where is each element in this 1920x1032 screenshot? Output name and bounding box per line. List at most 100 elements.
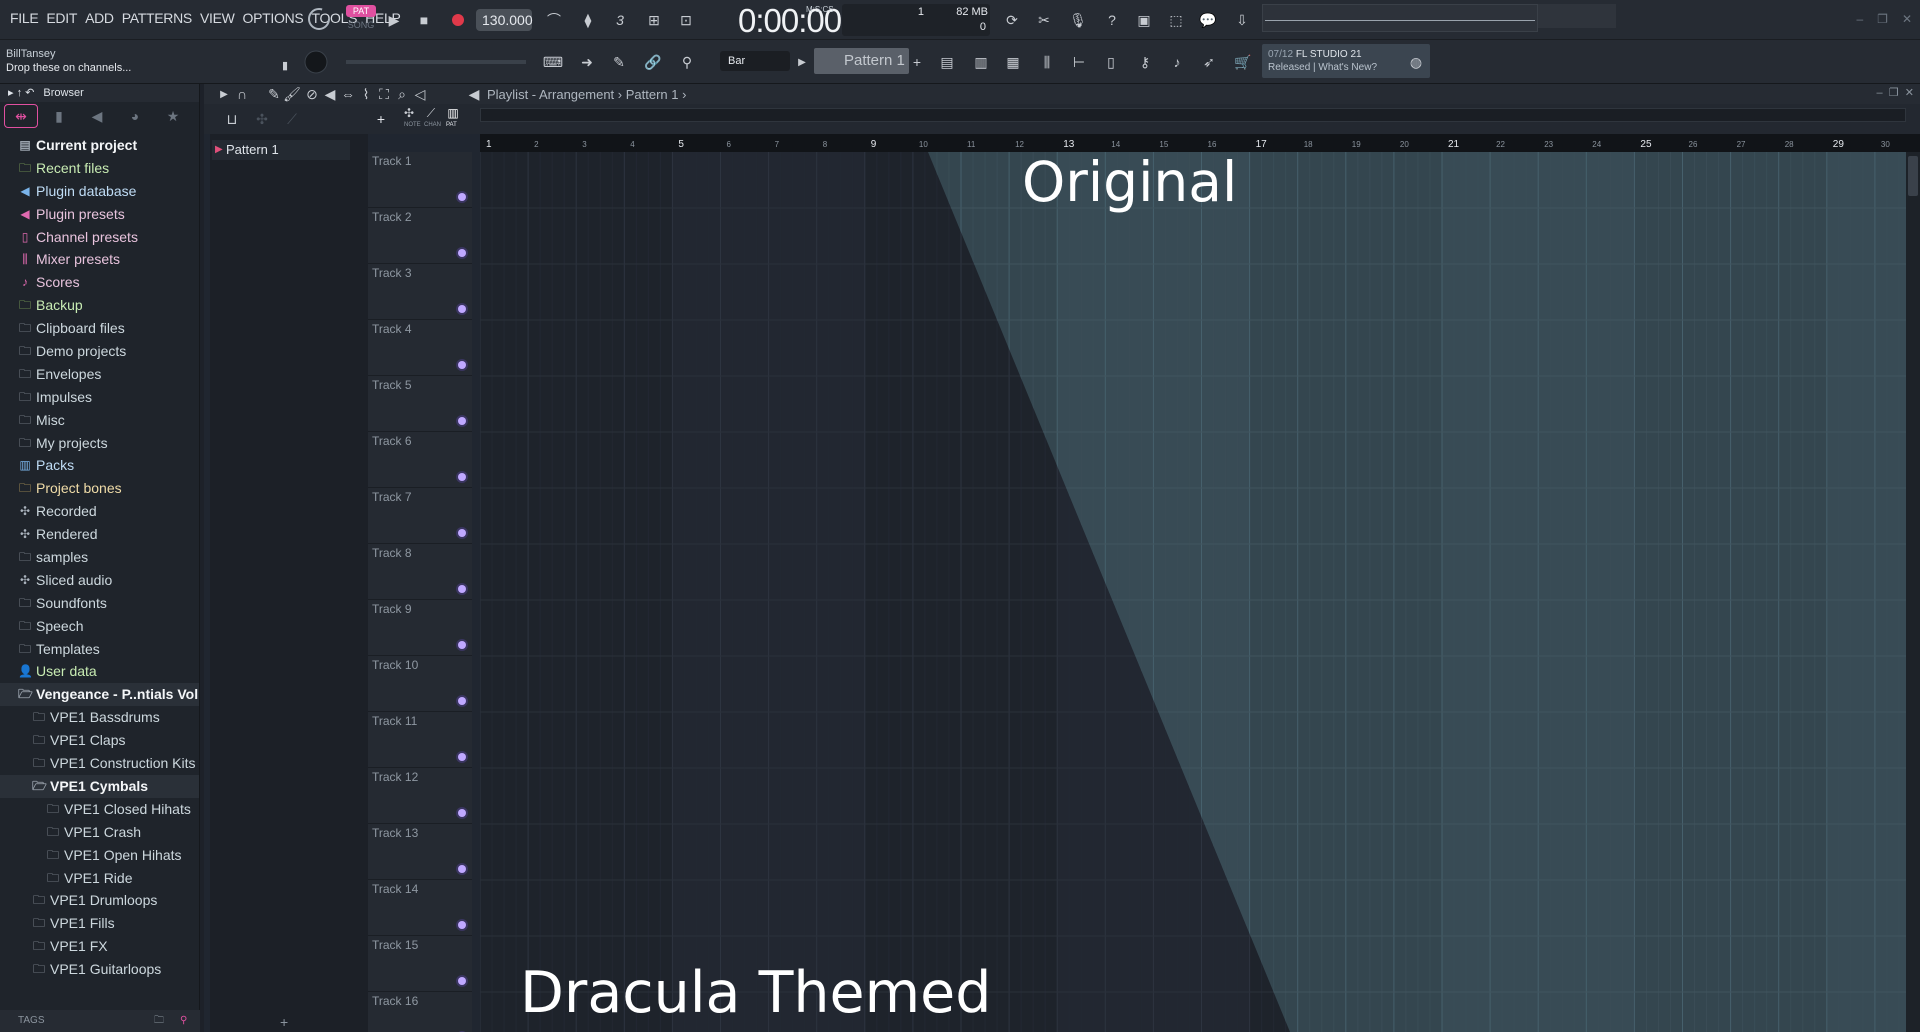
browser-item[interactable]: 🗀 Envelopes <box>0 363 199 386</box>
playlist-menu-arrow-icon[interactable]: ▶ <box>218 86 230 102</box>
track-header[interactable]: Track 5 <box>368 376 472 432</box>
track-header[interactable]: Track 1 <box>368 152 472 208</box>
browser-item[interactable]: ▤ Current project <box>0 134 199 157</box>
browser-item[interactable]: 🗀 VPE1 Closed Hihats <box>0 798 199 821</box>
browser-arrow-icon[interactable]: ▸ ↑ ↶ <box>8 87 34 99</box>
magnet-icon[interactable]: ∩ <box>234 86 250 102</box>
master-pitch-slider[interactable] <box>346 60 526 64</box>
save-icon[interactable]: ▣ <box>1132 8 1156 32</box>
track-header[interactable]: Track 9 <box>368 600 472 656</box>
microphone-icon[interactable]: 🎙 <box>1066 8 1090 32</box>
scrollbar-thumb[interactable] <box>1908 156 1918 196</box>
reset-icon[interactable]: ⟳ <box>1000 8 1024 32</box>
record-icon[interactable] <box>448 10 468 30</box>
browser-item[interactable]: 🗀 Demo projects <box>0 340 199 363</box>
track-mute-indicator[interactable] <box>458 585 466 593</box>
minimize-icon[interactable]: – <box>1877 87 1883 99</box>
track-mute-indicator[interactable] <box>458 529 466 537</box>
browser-item[interactable]: 🗀 samples <box>0 546 199 569</box>
pattern-select[interactable]: Pattern 1 <box>814 48 909 74</box>
track-mute-indicator[interactable] <box>458 305 466 313</box>
snap-tool-icon[interactable]: ✣ <box>400 106 418 120</box>
project-tree-icon[interactable]: ⊢ <box>1066 50 1092 74</box>
track-mute-indicator[interactable] <box>458 753 466 761</box>
browser-item[interactable]: 🗀 VPE1 Construction Kits <box>0 752 199 775</box>
link-icon[interactable]: 🔗 <box>640 52 666 72</box>
track-header[interactable]: Track 14 <box>368 880 472 936</box>
sounds-tab-icon[interactable]: ◕ <box>118 104 152 128</box>
slip-tool-icon[interactable]: ⇔ <box>340 86 356 102</box>
pattern-list-item[interactable]: ▶ Pattern 1 <box>212 140 350 160</box>
browser-item[interactable]: 🗀 VPE1 Bassdrums <box>0 706 199 729</box>
track-header[interactable]: Track 15 <box>368 936 472 992</box>
draw-tool-icon[interactable]: ✎ <box>266 86 282 102</box>
browser-item[interactable]: 🗀 VPE1 Open Hihats <box>0 844 199 867</box>
browser-item[interactable]: 🗁 Vengeance - P..ntials Vol.1 <box>0 683 199 707</box>
browser-item[interactable]: 🗀 Soundfonts <box>0 592 199 615</box>
menu-options[interactable]: OPTIONS <box>239 10 308 26</box>
track-mute-indicator[interactable] <box>458 809 466 817</box>
piano-roll-window-icon[interactable]: ▥ <box>968 50 994 74</box>
add-pattern-list-icon[interactable]: + <box>280 1014 288 1030</box>
restore-icon[interactable]: ❐ <box>1877 12 1888 26</box>
current-project-tab-icon[interactable]: ▮ <box>42 104 76 128</box>
sub-tab-pat[interactable]: PAT <box>446 122 457 128</box>
shop-icon[interactable]: 🛒 <box>1230 50 1256 74</box>
blend-notes-icon[interactable]: ⊡ <box>672 10 700 30</box>
close-icon[interactable]: ✕ <box>1902 12 1912 26</box>
brush-icon[interactable]: ✎ <box>606 52 632 72</box>
menu-patterns[interactable]: PATTERNS <box>118 10 196 26</box>
browser-item[interactable]: 🗀 VPE1 Ride <box>0 867 199 890</box>
speaker-icon[interactable]: ◀ <box>466 86 482 102</box>
master-volume-knob[interactable] <box>306 6 332 32</box>
browser-item[interactable]: ▥ Packs <box>0 454 199 477</box>
track-header[interactable]: Track 7 <box>368 488 472 544</box>
starred-tab-icon[interactable]: ★ <box>156 104 190 128</box>
browser-item[interactable]: ✣ Recorded <box>0 500 199 523</box>
track-mute-indicator[interactable] <box>458 473 466 481</box>
fl-mobile-icon[interactable]: ➶ <box>1196 50 1222 74</box>
arrow-icon[interactable]: ➜ <box>574 52 600 72</box>
browser-item[interactable]: 🗀 Clipboard files <box>0 317 199 340</box>
slice-tool-icon[interactable]: ⌇ <box>358 86 374 102</box>
browser-item[interactable]: 🗀 Speech <box>0 615 199 638</box>
cut-icon[interactable]: ✂ <box>1032 8 1056 32</box>
chat-icon[interactable]: 💬 <box>1196 8 1220 32</box>
globe-icon[interactable]: ◍ <box>1406 52 1426 72</box>
horizontal-scrollbar[interactable] <box>480 108 1906 122</box>
select-tool-icon[interactable]: ⛶ <box>376 86 392 102</box>
browser-item[interactable]: 🗀 VPE1 Crash <box>0 821 199 844</box>
pat-view-icon[interactable]: ▥ <box>444 106 462 120</box>
menu-edit[interactable]: EDIT <box>42 10 81 26</box>
browser-window-icon[interactable]: ▯ <box>1098 50 1124 74</box>
add-track-icon[interactable]: + <box>372 110 390 128</box>
track-mute-indicator[interactable] <box>458 417 466 425</box>
browser-item[interactable]: ▯ Channel presets <box>0 226 199 249</box>
stamp-icon[interactable]: ⚲ <box>674 52 700 72</box>
menu-add[interactable]: ADD <box>81 10 118 26</box>
track-mute-indicator[interactable] <box>458 193 466 201</box>
browser-item[interactable]: 🗀 Project bones <box>0 477 199 500</box>
browser-item[interactable]: 🗀 VPE1 Fills <box>0 912 199 935</box>
main-pitch-knob[interactable] <box>302 48 330 76</box>
menu-view[interactable]: VIEW <box>196 10 239 26</box>
play-icon[interactable]: ▶ <box>384 10 404 30</box>
track-header[interactable]: Track 8 <box>368 544 472 600</box>
browser-item[interactable]: 🗀 Templates <box>0 638 199 661</box>
browser-item[interactable]: ♪ Scores <box>0 271 199 294</box>
browser-item[interactable]: ✣ Rendered <box>0 523 199 546</box>
wait-for-input-icon[interactable]: ⧫ <box>574 10 602 30</box>
minimize-icon[interactable]: – <box>1856 12 1863 26</box>
restore-icon[interactable]: ❐ <box>1889 87 1899 99</box>
snap-arrow-icon[interactable]: ▶ <box>796 52 808 72</box>
browser-item[interactable]: ◀ Plugin presets <box>0 203 199 226</box>
browser-item[interactable]: 🗁 VPE1 Cymbals <box>0 774 199 798</box>
track-mute-indicator[interactable] <box>458 865 466 873</box>
track-header[interactable]: Track 4 <box>368 320 472 376</box>
browser-item[interactable]: 🗀 VPE1 FX <box>0 935 199 958</box>
playlist-window-icon[interactable]: ▤ <box>934 50 960 74</box>
countdown-icon[interactable]: 3 <box>606 10 634 30</box>
vertical-scrollbar[interactable] <box>1906 152 1920 1032</box>
track-mute-indicator[interactable] <box>458 921 466 929</box>
track-header[interactable]: Track 3 <box>368 264 472 320</box>
